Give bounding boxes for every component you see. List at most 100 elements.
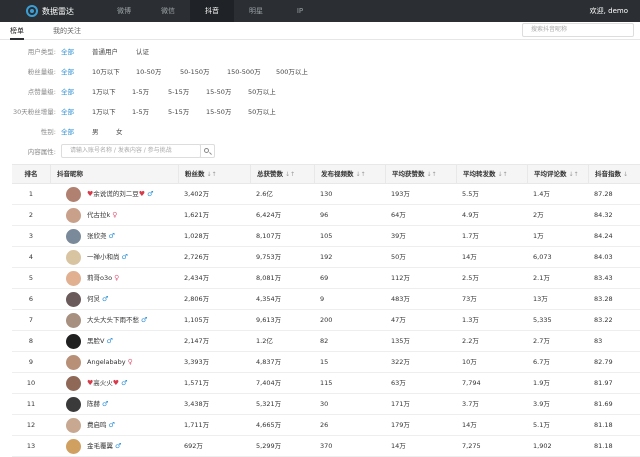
table-row[interactable]: 11 陈赫 ♂ 3,438万 5,321万 30 171万 3.7万 3.9万 81.69 <box>12 394 640 415</box>
fans-cell: 2,434万 <box>184 274 210 282</box>
col-avg-share[interactable]: 平均转发数 ↓↑ <box>456 165 527 184</box>
avg-share-cell: 14万 <box>462 253 477 261</box>
avatar[interactable] <box>66 250 81 265</box>
nav-item-ip[interactable]: IP <box>278 0 322 22</box>
nav-item-weibo[interactable]: 微博 <box>102 0 146 22</box>
filter-label: 内容属性: <box>27 148 56 156</box>
avg-share-cell: 1.3万 <box>462 316 479 324</box>
account-name-cell[interactable]: 金毛覆翼 ♂ <box>87 436 121 456</box>
nav-item-weixin[interactable]: 微信 <box>146 0 190 22</box>
account-name-cell[interactable]: 大头大头下雨不愁 ♂ <box>87 310 147 330</box>
table-row[interactable]: 6 何炅 ♂ 2,806万 4,354万 9 483万 73万 13万 83.28 <box>12 289 640 310</box>
filter-option[interactable]: 全部 <box>61 126 74 136</box>
avatar[interactable] <box>66 313 81 328</box>
table-row[interactable]: 9 Angelababy ♀ 3,393万 4,837万 15 322万 10万 6.7万 82.… <box>12 352 640 373</box>
filter-option[interactable]: 1-5万 <box>132 86 149 96</box>
account-name-cell[interactable]: ♥高火火♥ ♂ <box>87 373 127 393</box>
filter-option[interactable]: 女 <box>116 126 123 136</box>
tab-ranking[interactable]: 榜单 <box>10 22 24 40</box>
account-name-cell[interactable]: 张欣尧 ♂ <box>87 226 115 246</box>
avatar[interactable] <box>66 418 81 433</box>
table-row[interactable]: 7 大头大头下雨不愁 ♂ 1,105万 9,613万 200 47万 1.3万 5,335 83.… <box>12 310 640 331</box>
account-name-cell[interactable]: 陈赫 ♂ <box>87 394 108 414</box>
search-input[interactable]: 搜索抖音昵称 <box>522 23 634 37</box>
col-fans[interactable]: 粉丝数 ↓↑ <box>178 165 250 184</box>
videos-cell: 370 <box>320 442 333 450</box>
index-cell: 87.28 <box>594 190 613 198</box>
table-row[interactable]: 10 ♥高火火♥ ♂ 1,571万 7,404万 115 63万 7,794 1.9万 81.97 <box>12 373 640 394</box>
table-row[interactable]: 3 张欣尧 ♂ 1,028万 8,107万 105 39万 1.7万 1万 84.24 <box>12 226 640 247</box>
account-name-cell[interactable]: 一禅小和尚 ♂ <box>87 247 128 267</box>
index-cell: 81.18 <box>594 421 613 429</box>
account-name-cell[interactable]: Angelababy ♀ <box>87 352 133 372</box>
radar-logo-icon <box>26 5 38 17</box>
nav-item-star[interactable]: 明星 <box>234 0 278 22</box>
filter-option[interactable]: 1-5万 <box>132 106 149 116</box>
filter-option[interactable]: 1万以下 <box>92 86 116 96</box>
filter-option[interactable]: 全部 <box>61 46 74 56</box>
avatar[interactable] <box>66 334 81 349</box>
tab-my-follows[interactable]: 我的关注 <box>53 22 81 40</box>
avg-comment-cell: 6,073 <box>533 253 552 261</box>
account-name-cell[interactable]: 代古拉k ♀ <box>87 205 117 225</box>
table-row[interactable]: 5 莉哥o3o ♀ 2,434万 8,081万 69 112万 2.5万 2.1万 83.43 <box>12 268 640 289</box>
account-name-cell[interactable]: 何炅 ♂ <box>87 289 108 309</box>
filter-option[interactable]: 普通用户 <box>92 46 118 56</box>
account-name-cell[interactable]: 莉哥o3o ♀ <box>87 268 119 288</box>
col-avg-likes[interactable]: 平均获赞数 ↓↑ <box>385 165 456 184</box>
fans-cell: 692万 <box>184 442 203 450</box>
account-name-cell[interactable]: ♥余说谎的刘二豆♥ ♂ <box>87 184 153 204</box>
table-row[interactable]: 8 黑脸V ♂ 2,147万 1.2亿 82 135万 2.2万 2.7万 83 <box>12 331 640 352</box>
avatar[interactable] <box>66 187 81 202</box>
avatar[interactable] <box>66 397 81 412</box>
avatar[interactable] <box>66 271 81 286</box>
table-row[interactable]: 1 ♥余说谎的刘二豆♥ ♂ 3,402万 2.6亿 130 193万 5.5万 1.4万 87.2… <box>12 184 640 205</box>
avatar[interactable] <box>66 208 81 223</box>
filter-option[interactable]: 全部 <box>61 86 74 96</box>
filter-option[interactable]: 5-15万 <box>168 86 189 96</box>
col-likes[interactable]: 总获赞数 ↓↑ <box>250 165 314 184</box>
table-row[interactable]: 2 代古拉k ♀ 1,621万 6,424万 96 64万 4.9万 2万 84.32 <box>12 205 640 226</box>
female-icon: ♀ <box>112 211 118 219</box>
nav-item-douyin[interactable]: 抖音 <box>190 0 234 22</box>
filter-option[interactable]: 15-50万 <box>206 106 231 116</box>
filter-option[interactable]: 男 <box>92 126 99 136</box>
filter-option[interactable]: 10万以下 <box>92 66 120 76</box>
avatar[interactable] <box>66 229 81 244</box>
filter-option[interactable]: 50万以上 <box>248 106 276 116</box>
avatar[interactable] <box>66 292 81 307</box>
filter-option[interactable]: 150-500万 <box>227 66 261 76</box>
content-search-button[interactable] <box>200 144 215 158</box>
filter-option[interactable]: 1万以下 <box>92 106 116 116</box>
col-videos[interactable]: 发布视频数 ↓↑ <box>314 165 385 184</box>
account-name-cell[interactable]: 黑脸V ♂ <box>87 331 113 351</box>
filter-option[interactable]: 50-150万 <box>180 66 210 76</box>
avatar[interactable] <box>66 355 81 370</box>
avatar[interactable] <box>66 376 81 391</box>
table-row[interactable]: 12 费启鸣 ♂ 1,711万 4,665万 26 179万 14万 5.1万 81.18 <box>12 415 640 436</box>
filter-option[interactable]: 15-50万 <box>206 86 231 96</box>
filter-option[interactable]: 全部 <box>61 66 74 76</box>
table-row[interactable]: 4 一禅小和尚 ♂ 2,726万 9,753万 192 50万 14万 6,073 84.03 <box>12 247 640 268</box>
fans-cell: 3,438万 <box>184 400 210 408</box>
filter-option[interactable]: 10-50万 <box>136 66 161 76</box>
user-menu[interactable]: 欢迎, demo <box>590 0 628 22</box>
videos-cell: 15 <box>320 358 329 366</box>
filter-option[interactable]: 全部 <box>61 106 74 116</box>
avg-likes-cell: 14万 <box>391 442 406 450</box>
avg-likes-cell: 193万 <box>391 190 410 198</box>
account-name: 代古拉k <box>87 211 111 219</box>
videos-cell: 130 <box>320 190 333 198</box>
avg-share-cell: 2.2万 <box>462 337 479 345</box>
avatar[interactable] <box>66 439 81 454</box>
videos-cell: 192 <box>320 253 333 261</box>
content-keyword-input[interactable]: 请输入账号名称 / 发表内容 / 参与挑战 <box>61 144 201 158</box>
filter-option[interactable]: 认证 <box>136 46 149 56</box>
account-name-cell[interactable]: 费启鸣 ♂ <box>87 415 115 435</box>
filter-option[interactable]: 500万以上 <box>276 66 308 76</box>
col-index[interactable]: 抖音指数 ↓ <box>588 165 640 184</box>
table-row[interactable]: 13 金毛覆翼 ♂ 692万 5,299万 370 14万 7,275 1,902 81.18 <box>12 436 640 457</box>
filter-option[interactable]: 5-15万 <box>168 106 189 116</box>
app-logo[interactable]: 数据雷达 <box>26 5 96 17</box>
filter-option[interactable]: 50万以上 <box>248 86 276 96</box>
